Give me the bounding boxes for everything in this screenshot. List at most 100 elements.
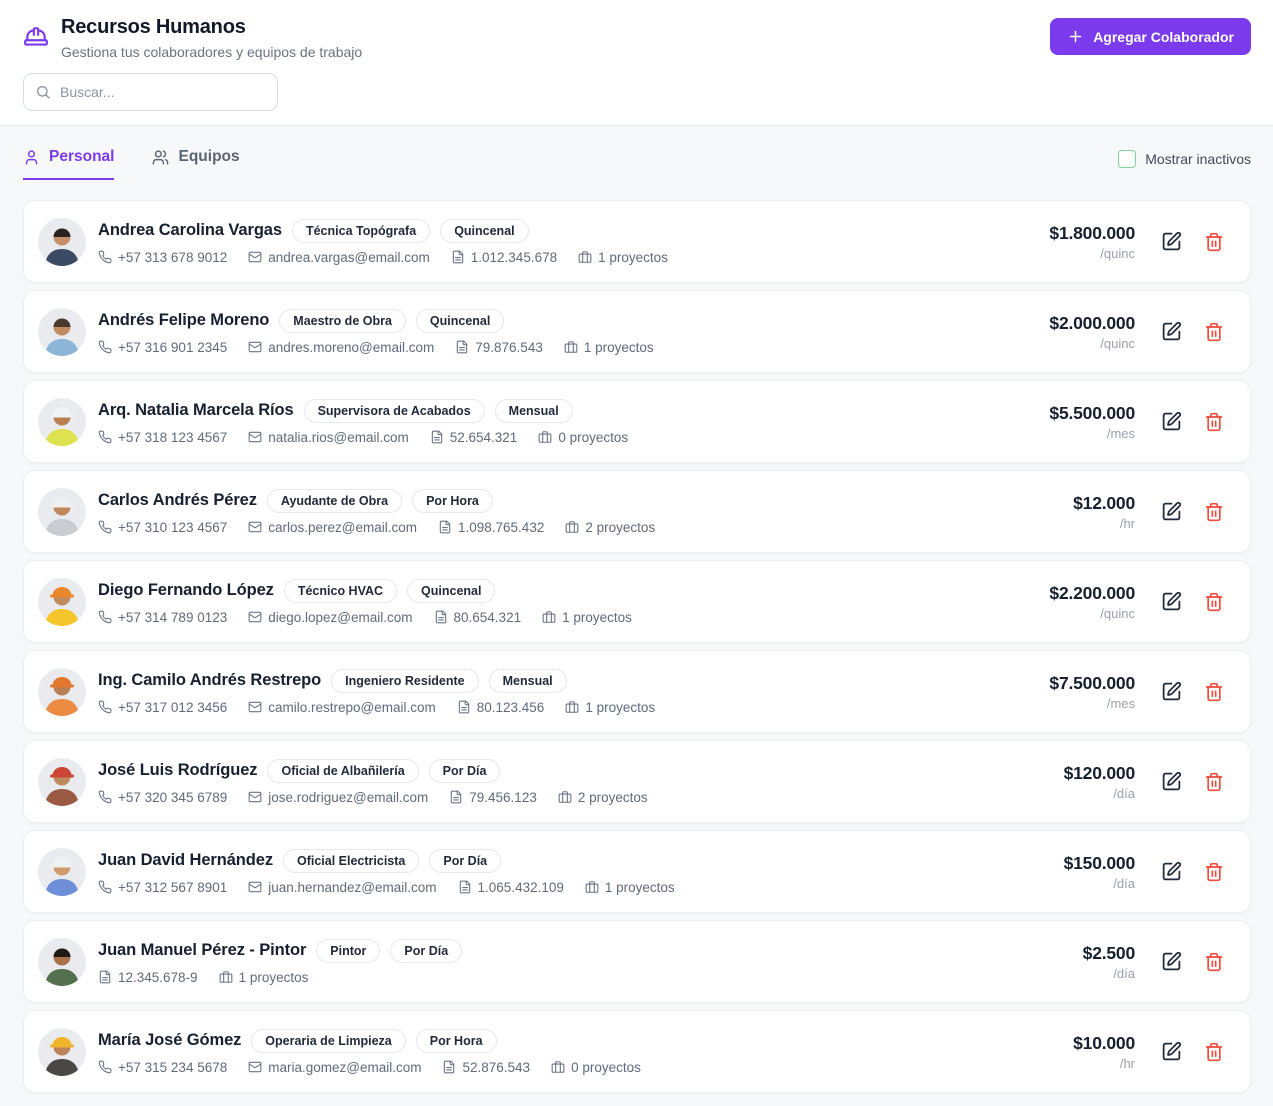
rate-unit: /quinc xyxy=(1049,336,1135,351)
projects-detail: 2 proyectos xyxy=(565,520,655,535)
avatar xyxy=(38,218,86,266)
role-badge: Pintor xyxy=(316,939,380,963)
delete-button[interactable] xyxy=(1200,318,1228,346)
briefcase-icon xyxy=(219,970,233,984)
collaborator-card[interactable]: Andrés Felipe Moreno Maestro de Obra Qui… xyxy=(23,290,1251,373)
email-value: carlos.perez@email.com xyxy=(268,520,417,535)
phone-icon xyxy=(98,520,112,534)
mail-icon xyxy=(248,790,262,804)
document-detail: 79.876.543 xyxy=(455,340,543,355)
search-input[interactable] xyxy=(60,84,266,100)
rate-amount: $5.500.000 xyxy=(1049,403,1135,424)
document-value: 1.012.345.678 xyxy=(471,250,557,265)
collaborator-card[interactable]: Diego Fernando López Técnico HVAC Quince… xyxy=(23,560,1251,643)
collaborator-card[interactable]: Ing. Camilo Andrés Restrepo Ingeniero Re… xyxy=(23,650,1251,733)
show-inactive-checkbox[interactable] xyxy=(1118,150,1136,168)
add-collaborator-button[interactable]: Agregar Colaborador xyxy=(1050,18,1251,55)
phone-icon xyxy=(98,340,112,354)
toolbar: Personal Equipos Mostrar inactivos xyxy=(0,126,1273,180)
avatar xyxy=(38,308,86,356)
phone-detail: +57 313 678 9012 xyxy=(98,250,227,265)
edit-button[interactable] xyxy=(1157,317,1186,346)
delete-button[interactable] xyxy=(1200,498,1228,526)
document-detail: 52.654.321 xyxy=(430,430,518,445)
mail-icon xyxy=(248,700,262,714)
tab-equipos[interactable]: Equipos xyxy=(152,148,239,180)
edit-button[interactable] xyxy=(1157,497,1186,526)
document-detail: 1.012.345.678 xyxy=(451,250,557,265)
collaborator-card[interactable]: Andrea Carolina Vargas Técnica Topógrafa… xyxy=(23,200,1251,283)
document-detail: 1.065.432.109 xyxy=(458,880,564,895)
square-pen-icon xyxy=(1161,591,1182,612)
phone-icon xyxy=(98,610,112,624)
document-value: 80.123.456 xyxy=(477,700,545,715)
payment-type-badge: Por Hora xyxy=(412,489,493,513)
tabs: Personal Equipos xyxy=(23,148,240,180)
avatar xyxy=(38,578,86,626)
email-value: andres.moreno@email.com xyxy=(268,340,434,355)
collaborator-card[interactable]: José Luis Rodríguez Oficial de Albañiler… xyxy=(23,740,1251,823)
delete-button[interactable] xyxy=(1200,858,1228,886)
avatar xyxy=(38,938,86,986)
file-text-icon xyxy=(458,880,472,894)
collaborator-card[interactable]: María José Gómez Operaria de Limpieza Po… xyxy=(23,1010,1251,1093)
collaborator-card[interactable]: Juan David Hernández Oficial Electricist… xyxy=(23,830,1251,913)
phone-detail: +57 317 012 3456 xyxy=(98,700,227,715)
role-badge: Supervisora de Acabados xyxy=(304,399,485,423)
page-header: Recursos Humanos Gestiona tus colaborado… xyxy=(0,0,1273,126)
rate-amount: $2.000.000 xyxy=(1049,313,1135,334)
trash-icon xyxy=(1204,232,1224,252)
collaborator-card[interactable]: Arq. Natalia Marcela Ríos Supervisora de… xyxy=(23,380,1251,463)
delete-button[interactable] xyxy=(1200,588,1228,616)
edit-button[interactable] xyxy=(1157,407,1186,436)
delete-button[interactable] xyxy=(1200,228,1228,256)
phone-value: +57 312 567 8901 xyxy=(118,880,227,895)
show-inactive-toggle[interactable]: Mostrar inactivos xyxy=(1118,150,1251,168)
edit-button[interactable] xyxy=(1157,227,1186,256)
edit-button[interactable] xyxy=(1157,857,1186,886)
tab-personal[interactable]: Personal xyxy=(23,148,114,180)
search-box[interactable] xyxy=(23,73,278,111)
edit-button[interactable] xyxy=(1157,947,1186,976)
projects-detail: 1 proyectos xyxy=(564,340,654,355)
edit-button[interactable] xyxy=(1157,1037,1186,1066)
phone-icon xyxy=(98,700,112,714)
payment-type-badge: Quincenal xyxy=(416,309,504,333)
delete-button[interactable] xyxy=(1200,948,1228,976)
collaborator-name: Andrea Carolina Vargas xyxy=(98,221,282,240)
mail-icon xyxy=(248,250,262,264)
phone-icon xyxy=(98,790,112,804)
email-detail: natalia.rios@email.com xyxy=(248,430,409,445)
projects-value: 0 proyectos xyxy=(571,1060,641,1075)
role-badge: Maestro de Obra xyxy=(279,309,406,333)
rate-block: $2.500 /día xyxy=(1083,943,1135,981)
edit-button[interactable] xyxy=(1157,677,1186,706)
delete-button[interactable] xyxy=(1200,1038,1228,1066)
file-text-icon xyxy=(449,790,463,804)
briefcase-icon xyxy=(564,340,578,354)
projects-detail: 1 proyectos xyxy=(219,970,309,985)
rate-unit: /mes xyxy=(1049,426,1135,441)
email-detail: diego.lopez@email.com xyxy=(248,610,412,625)
role-badge: Ayudante de Obra xyxy=(267,489,402,513)
square-pen-icon xyxy=(1161,951,1182,972)
role-badge: Oficial de Albañilería xyxy=(267,759,418,783)
phone-value: +57 318 123 4567 xyxy=(118,430,227,445)
projects-detail: 1 proyectos xyxy=(565,700,655,715)
edit-button[interactable] xyxy=(1157,767,1186,796)
collaborator-card[interactable]: Carlos Andrés Pérez Ayudante de Obra Por… xyxy=(23,470,1251,553)
briefcase-icon xyxy=(578,250,592,264)
delete-button[interactable] xyxy=(1200,408,1228,436)
edit-button[interactable] xyxy=(1157,587,1186,616)
collaborator-card[interactable]: Juan Manuel Pérez - Pintor Pintor Por Dí… xyxy=(23,920,1251,1003)
rate-block: $10.000 /hr xyxy=(1073,1033,1135,1071)
projects-value: 1 proyectos xyxy=(239,970,309,985)
delete-button[interactable] xyxy=(1200,768,1228,796)
mail-icon xyxy=(248,430,262,444)
projects-value: 1 proyectos xyxy=(562,610,632,625)
email-value: maria.gomez@email.com xyxy=(268,1060,421,1075)
square-pen-icon xyxy=(1161,321,1182,342)
delete-button[interactable] xyxy=(1200,678,1228,706)
trash-icon xyxy=(1204,772,1224,792)
square-pen-icon xyxy=(1161,231,1182,252)
